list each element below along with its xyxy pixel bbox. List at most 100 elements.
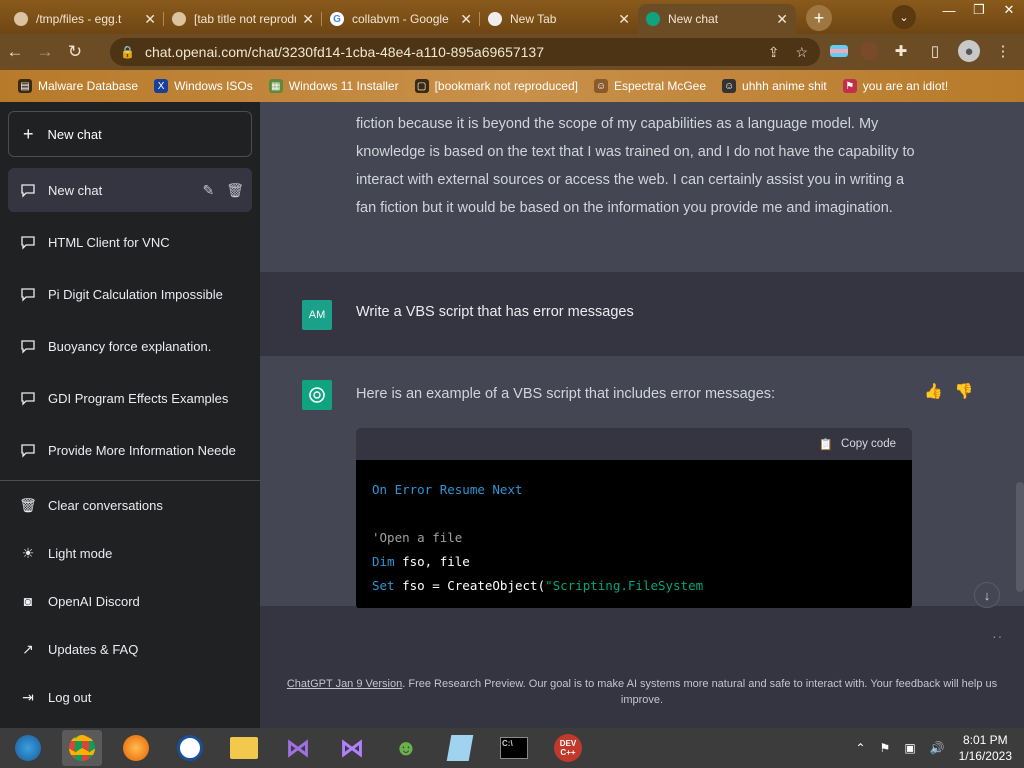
tab-close-icon[interactable]: ✕	[144, 11, 156, 28]
log-out-button[interactable]: ⇥ Log out	[8, 675, 252, 719]
tray-overflow-icon[interactable]: ⌃	[855, 741, 865, 755]
bookmark[interactable]: ☺ uhhh anime shit	[722, 79, 827, 93]
conversation-item[interactable]: New chat ✎ 🗑	[8, 168, 252, 212]
browser-menu-icon[interactable]: ⋮	[992, 40, 1014, 62]
copy-code-button[interactable]: Copy code	[841, 438, 896, 450]
tab-3[interactable]: G collabvm - Google ✕	[322, 4, 480, 34]
scroll-to-bottom-button[interactable]: ↓	[974, 582, 1000, 608]
bookmark[interactable]: ▢ [bookmark not reproduced]	[414, 79, 578, 93]
side-panel-icon[interactable]: ▯	[924, 40, 946, 62]
url-text: chat.openai.com/chat/3230fd14-1cba-48e4-…	[144, 44, 545, 60]
extensions-puzzle-icon[interactable]: ✚	[890, 40, 912, 62]
devcpp-icon[interactable]: DEV C++	[548, 730, 588, 766]
volume-icon[interactable]: 🔊	[930, 741, 945, 755]
visual-studio-installer-icon[interactable]: ⋈	[278, 730, 318, 766]
start-button[interactable]	[8, 730, 48, 766]
firefox-taskbar-icon[interactable]	[116, 730, 156, 766]
network-users-icon[interactable]: ☻	[386, 730, 426, 766]
lock-icon[interactable]: 🔒	[120, 45, 135, 59]
footer-text: . Free Research Preview. Our goal is to …	[402, 678, 998, 706]
clear-conversations-button[interactable]: 🗑 Clear conversations	[8, 483, 252, 527]
version-link[interactable]: ChatGPT Jan 9 Version	[287, 678, 402, 690]
updates-faq-link[interactable]: ↗ Updates & FAQ	[8, 627, 252, 671]
folder-icon: ▤	[18, 79, 32, 93]
bookmark-star-icon[interactable]: ☆	[795, 44, 808, 61]
typing-indicator: ··	[992, 628, 1004, 644]
address-bar-row: ← → ↻ 🔒 chat.openai.com/chat/3230fd14-1c…	[0, 34, 1024, 70]
bookmark[interactable]: ▦ Windows 11 Installer	[268, 79, 399, 93]
image-icon: ▦	[268, 79, 283, 93]
thumbs-up-icon[interactable]: 👍	[924, 382, 943, 400]
conversation-label: HTML Client for VNC	[48, 234, 170, 250]
restore-icon[interactable]: ❐	[964, 0, 994, 20]
trash-icon[interactable]: 🗑	[226, 182, 244, 199]
bookmark[interactable]: ▤ Malware Database	[18, 79, 138, 93]
tab-1[interactable]: /tmp/files - egg.t ✕	[6, 4, 164, 34]
discord-icon: ◙	[23, 593, 33, 609]
extension-avatar-icon[interactable]	[860, 42, 878, 60]
tab-4[interactable]: New Tab ✕	[480, 4, 638, 34]
profile-avatar-icon[interactable]: ●	[958, 40, 980, 62]
tab-2[interactable]: [tab title not reproduced] ✕	[164, 4, 322, 34]
notepad-icon[interactable]	[440, 730, 480, 766]
file-explorer-icon[interactable]	[224, 730, 264, 766]
scrollbar-thumb[interactable]	[1016, 482, 1024, 592]
side-item-label: Clear conversations	[48, 497, 163, 513]
message-text: Write a VBS script that has error messag…	[356, 304, 634, 320]
openai-logo-icon	[302, 380, 332, 410]
campaign-logo-icon[interactable]	[170, 730, 210, 766]
minimize-icon[interactable]: —	[934, 0, 964, 20]
back-icon[interactable]: ←	[0, 37, 30, 67]
window-controls: — ❐ ✕	[934, 0, 1024, 20]
chrome-taskbar-icon[interactable]	[62, 730, 102, 766]
sidebar-divider	[0, 480, 260, 481]
openai-discord-link[interactable]: ◙ OpenAI Discord	[8, 579, 252, 623]
message-text: fiction because it is beyond the scope o…	[356, 116, 915, 216]
tab-favicon-icon	[14, 12, 28, 26]
command-prompt-icon[interactable]: C:\	[494, 730, 534, 766]
forward-icon[interactable]: →	[30, 37, 60, 67]
bookmark-label: Espectral McGee	[614, 79, 707, 93]
code-content: On Error Resume Next 'Open a file Dim fs…	[356, 460, 912, 598]
edit-icon[interactable]: ✎	[202, 182, 214, 199]
extension-flag-icon[interactable]	[830, 45, 848, 57]
conversation-item[interactable]: GDI Program Effects Examples	[8, 376, 252, 420]
clock[interactable]: 8:01 PM 1/16/2023	[959, 732, 1012, 764]
clipboard-icon[interactable]: 📋	[819, 437, 833, 451]
code-line: On Error Resume Next	[372, 482, 523, 497]
tab-close-icon[interactable]: ✕	[302, 11, 314, 28]
action-center-flag-icon[interactable]: ⚑	[880, 741, 891, 755]
conversation-item[interactable]: Pi Digit Calculation Impossible	[8, 272, 252, 316]
new-tab-button[interactable]: +	[806, 5, 832, 31]
trash-icon: 🗑	[19, 496, 37, 513]
bookmark-label: uhhh anime shit	[742, 79, 827, 93]
conversation-item[interactable]: Provide More Information Neede	[8, 428, 252, 472]
tab-5[interactable]: New chat ✕	[638, 4, 796, 34]
thumbs-down-icon[interactable]: 👎	[955, 382, 974, 400]
light-mode-button[interactable]: ☀ Light mode	[8, 531, 252, 575]
bookmark[interactable]: ☺ Espectral McGee	[594, 79, 706, 93]
page-icon: ▢	[414, 79, 429, 93]
google-icon: G	[330, 12, 344, 26]
conversation-item[interactable]: HTML Client for VNC	[8, 220, 252, 264]
code-text: fso = CreateObject(	[394, 578, 546, 593]
url-field[interactable]: 🔒 chat.openai.com/chat/3230fd14-1cba-48e…	[110, 38, 820, 66]
share-icon[interactable]: ⇪	[768, 44, 780, 61]
tab-title: New chat	[668, 12, 719, 26]
bookmark[interactable]: ⚑ you are an idiot!	[842, 79, 948, 93]
tab-close-icon[interactable]: ✕	[460, 11, 472, 28]
reload-icon[interactable]: ↻	[60, 37, 90, 67]
tab-close-icon[interactable]: ✕	[776, 11, 788, 28]
visual-studio-icon[interactable]: ⋈	[332, 730, 372, 766]
tab-search-icon[interactable]: ⌄	[892, 5, 916, 29]
bookmark[interactable]: X Windows ISOs	[154, 79, 253, 93]
close-window-icon[interactable]: ✕	[994, 0, 1024, 20]
conversation-item[interactable]: Buoyancy force explanation.	[8, 324, 252, 368]
tab-title: /tmp/files - egg.t	[36, 12, 122, 26]
code-header: 📋 Copy code	[356, 428, 912, 460]
sidebar: + New chat New chat ✎ 🗑 HTML Client for …	[0, 102, 260, 728]
new-chat-button[interactable]: + New chat	[8, 111, 252, 157]
tab-close-icon[interactable]: ✕	[618, 11, 630, 28]
bookmark-label: Windows 11 Installer	[288, 79, 399, 93]
network-icon[interactable]: ▣	[904, 741, 915, 755]
